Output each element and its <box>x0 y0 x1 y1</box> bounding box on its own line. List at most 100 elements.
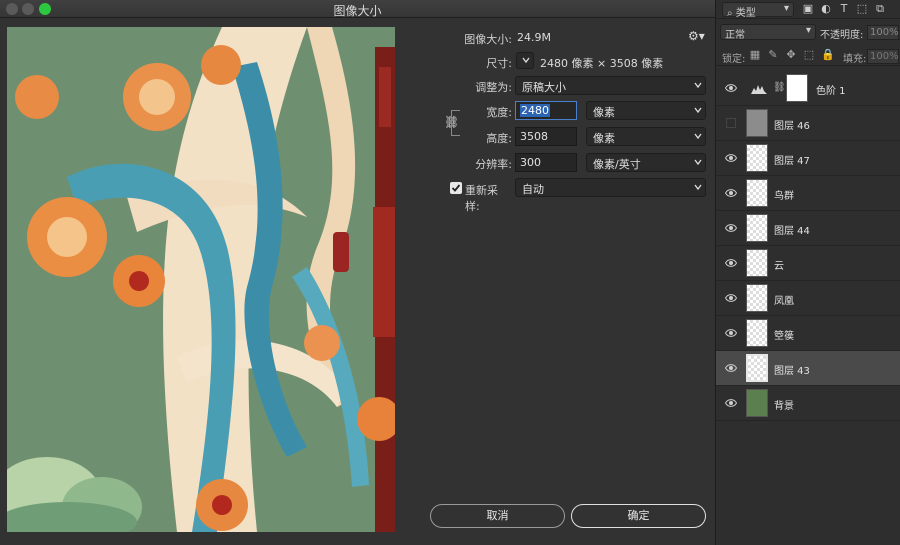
fit-to-label: 调整为: <box>475 81 512 94</box>
fill-label: 填充: <box>843 54 867 65</box>
resolution-value: 300 <box>520 156 541 169</box>
window-title: 图像大小 <box>333 4 382 18</box>
visibility-eye-icon[interactable] <box>725 223 737 233</box>
search-icon: ⌕ <box>727 8 733 19</box>
fit-to-value: 原稿大小 <box>522 81 566 94</box>
height-unit-dropdown[interactable]: 像素 <box>586 127 706 146</box>
layer-thumbnail <box>746 354 768 382</box>
visibility-eye-icon[interactable] <box>725 363 737 373</box>
preview-artwork <box>7 27 395 532</box>
resolution-input[interactable]: 300 <box>515 153 577 172</box>
lock-row: 锁定: ▦ ✎ ✥ ⬚ 🔒 填充: 100% <box>716 48 900 66</box>
visibility-eye-icon[interactable] <box>725 328 737 338</box>
visibility-eye-icon[interactable] <box>725 153 737 163</box>
layer-name: 凤凰 <box>774 296 794 307</box>
pixel-filter-icon[interactable]: ▣ <box>802 3 814 15</box>
layer-row-harp[interactable]: 箜篌 <box>716 316 900 351</box>
resolution-unit-value: 像素/英寸 <box>593 158 641 171</box>
fit-to-dropdown[interactable]: 原稿大小 <box>515 76 706 95</box>
blend-mode-value: 正常 <box>725 30 745 41</box>
width-unit-value: 像素 <box>593 106 615 119</box>
layer-mask-thumbnail[interactable] <box>786 74 808 102</box>
resample-label: 重新采样: <box>465 184 498 213</box>
visibility-eye-icon[interactable] <box>725 83 737 93</box>
width-label: 宽度: <box>486 106 512 119</box>
layer-name: 图层 46 <box>774 121 810 132</box>
chevron-down-icon <box>694 158 702 166</box>
layer-row-phoenix[interactable]: 凤凰 <box>716 281 900 316</box>
mask-link-icon[interactable]: ⛓ <box>773 82 786 93</box>
image-size-value: 24.9M <box>517 31 551 44</box>
layer-row-47[interactable]: 图层 47 <box>716 141 900 176</box>
layer-name: 图层 43 <box>774 366 810 377</box>
image-size-label: 图像大小: <box>464 33 512 46</box>
layer-thumbnail <box>746 109 768 137</box>
settings-gear-icon[interactable]: ⚙▾ <box>688 29 705 43</box>
lock-all-icon[interactable]: 🔒 <box>821 49 835 61</box>
type-filter-icon[interactable]: T <box>838 3 850 15</box>
cancel-button[interactable]: 取消 <box>430 504 565 528</box>
layer-thumbnail <box>746 214 768 242</box>
lock-transparent-icon[interactable]: ▦ <box>749 49 761 61</box>
chevron-down-icon <box>694 81 702 89</box>
height-unit-value: 像素 <box>593 132 615 145</box>
layer-name: 鸟群 <box>774 191 794 202</box>
layer-row-levels-1[interactable]: ⛓ 色阶 1 <box>716 71 900 106</box>
image-preview[interactable] <box>7 27 395 532</box>
layer-name: 箜篌 <box>774 331 794 342</box>
layer-thumbnail <box>746 284 768 312</box>
chevron-down-icon <box>694 132 702 140</box>
layer-thumbnail <box>746 249 768 277</box>
opacity-input[interactable]: 100% <box>867 25 899 40</box>
chevron-down-icon: ▾ <box>805 25 811 36</box>
layer-row-background[interactable]: 背景 <box>716 386 900 421</box>
blend-mode-dropdown[interactable]: 正常 ▾ <box>720 24 816 41</box>
layer-name: 图层 47 <box>774 156 810 167</box>
layer-kind-filter[interactable]: ⌕ 类型 ▾ <box>722 2 794 19</box>
resample-dropdown[interactable]: 自动 <box>515 178 706 197</box>
width-unit-dropdown[interactable]: 像素 <box>586 101 706 120</box>
chevron-down-icon: ▾ <box>783 3 789 14</box>
shape-filter-icon[interactable]: ⬚ <box>856 3 868 15</box>
layer-name: 背景 <box>774 401 794 412</box>
layers-filter-bar: ⌕ 类型 ▾ ▣ ◐ T ⬚ ⧉ <box>716 0 900 19</box>
lock-brush-icon[interactable]: ✎ <box>767 49 779 61</box>
image-size-dialog: 图像大小 ⚙▾ 图像大小: 24.9M 尺寸: 2480 像素 × 3508 像… <box>0 0 715 545</box>
visibility-toggle-off[interactable] <box>726 118 736 128</box>
layer-row-birds[interactable]: 鸟群 <box>716 176 900 211</box>
layer-row-43[interactable]: 图层 43 <box>716 351 900 386</box>
resolution-unit-dropdown[interactable]: 像素/英寸 <box>586 153 706 172</box>
layer-name: 图层 44 <box>774 226 810 237</box>
ok-button[interactable]: 确定 <box>571 504 706 528</box>
filter-kind-label: 类型 <box>735 8 756 19</box>
lock-artboard-icon[interactable]: ⬚ <box>803 49 815 61</box>
layer-thumbnail <box>746 144 768 172</box>
layer-row-46[interactable]: 图层 46 <box>716 106 900 141</box>
layer-row-44[interactable]: 图层 44 <box>716 211 900 246</box>
title-bar: 图像大小 <box>0 0 715 18</box>
visibility-eye-icon[interactable] <box>725 398 737 408</box>
layer-name: 色阶 1 <box>816 86 846 97</box>
chevron-down-icon <box>522 56 530 64</box>
height-input[interactable]: 3508 <box>515 127 577 146</box>
lock-move-icon[interactable]: ✥ <box>785 49 797 61</box>
chevron-down-icon <box>694 106 702 114</box>
layer-thumbnail <box>746 389 768 417</box>
layer-thumbnail <box>746 179 768 207</box>
layer-name: 云 <box>774 261 784 272</box>
width-input[interactable]: 2480 <box>515 101 577 120</box>
layer-row-cloud[interactable]: 云 <box>716 246 900 281</box>
dimensions-unit-dropdown[interactable] <box>516 52 534 69</box>
dimensions-label: 尺寸: <box>486 57 512 70</box>
width-value: 2480 <box>520 104 550 117</box>
smart-object-filter-icon[interactable]: ⧉ <box>874 3 886 15</box>
fill-input[interactable]: 100% <box>867 49 899 64</box>
visibility-eye-icon[interactable] <box>725 188 737 198</box>
visibility-eye-icon[interactable] <box>725 293 737 303</box>
layer-thumbnail <box>746 319 768 347</box>
adjustment-filter-icon[interactable]: ◐ <box>820 3 832 15</box>
resample-checkbox[interactable] <box>450 182 462 194</box>
visibility-eye-icon[interactable] <box>725 258 737 268</box>
height-value: 3508 <box>520 130 548 143</box>
chevron-down-icon <box>694 183 702 191</box>
